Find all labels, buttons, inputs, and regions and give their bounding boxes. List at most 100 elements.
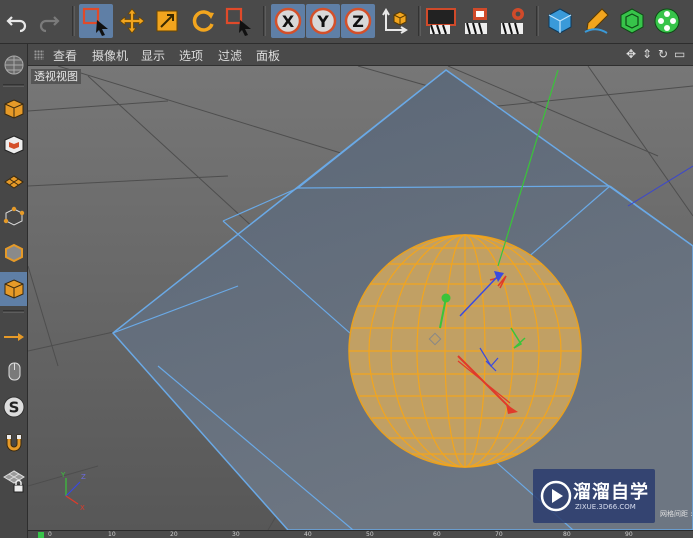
undo-button[interactable] bbox=[0, 4, 34, 38]
select-arrow-icon bbox=[225, 7, 251, 36]
subdivision-icon bbox=[620, 8, 644, 34]
menu-display[interactable]: 显示 bbox=[141, 47, 165, 64]
make-editable-button[interactable] bbox=[0, 48, 27, 82]
workplane-mode-button[interactable] bbox=[0, 164, 27, 198]
magnet-button[interactable] bbox=[0, 426, 27, 460]
scale-tool-button[interactable] bbox=[150, 4, 184, 38]
checker-cube-icon bbox=[4, 135, 23, 155]
menu-filter[interactable]: 过滤 bbox=[218, 47, 242, 64]
snap-s-icon: S bbox=[3, 396, 24, 418]
axis-x-label: X bbox=[80, 504, 85, 512]
perspective-viewport[interactable]: Y Z X 透视视图 bbox=[28, 66, 693, 530]
spline-pen-button[interactable] bbox=[579, 4, 613, 38]
svg-text:S: S bbox=[8, 399, 19, 417]
z-axis-label: Z bbox=[352, 12, 364, 31]
timeline-tick: 90 bbox=[625, 531, 633, 538]
snapping-button[interactable]: S bbox=[0, 390, 27, 424]
magnet-icon bbox=[6, 434, 21, 452]
scale-icon bbox=[156, 10, 178, 32]
texture-mode-button[interactable] bbox=[0, 128, 27, 162]
tweak-mode-button[interactable] bbox=[0, 354, 27, 388]
rotate-view-icon[interactable]: ↻ bbox=[658, 47, 668, 61]
cube-mode-icon bbox=[4, 99, 23, 119]
sphere-grid-icon bbox=[4, 55, 23, 75]
render-settings-button[interactable] bbox=[496, 4, 530, 38]
menu-view[interactable]: 查看 bbox=[53, 47, 77, 64]
timeline-ruler[interactable]: 0 10 20 30 40 50 60 70 80 90 bbox=[28, 530, 693, 538]
grid-plane-icon bbox=[3, 175, 24, 189]
timeline-tick: 80 bbox=[563, 531, 571, 538]
rotate-icon bbox=[192, 10, 214, 32]
coordinate-system-button[interactable] bbox=[378, 4, 412, 38]
axis-z-label: Z bbox=[81, 473, 86, 481]
timeline-tick: 40 bbox=[304, 531, 312, 538]
render-picture-icon bbox=[465, 8, 487, 35]
menu-cameras[interactable]: 摄像机 bbox=[92, 47, 128, 64]
maximize-view-icon[interactable]: ▭ bbox=[674, 47, 685, 61]
x-axis-label: X bbox=[282, 12, 295, 31]
sphere-object[interactable] bbox=[348, 234, 582, 468]
lock-workplane-button[interactable] bbox=[0, 464, 27, 498]
redo-button[interactable] bbox=[32, 4, 66, 38]
y-axis-label: Y bbox=[316, 12, 329, 31]
pan-view-icon[interactable]: ✥ bbox=[626, 47, 636, 61]
watermark-logo: 溜溜自学 ZIXUE.3D66.COM bbox=[533, 469, 655, 523]
cinema4d-window: X Y Z S 查看 摄像机 显示 选项 过滤 面板 ✥ ⇕ ↻ ▭ Y Z X… bbox=[0, 0, 693, 538]
move-tool-button[interactable] bbox=[115, 4, 149, 38]
axis-mode-button[interactable] bbox=[0, 318, 27, 352]
arrow-right-icon bbox=[3, 333, 24, 341]
viewport-canvas[interactable]: Y Z X bbox=[28, 66, 693, 530]
play-logo-icon bbox=[540, 480, 572, 512]
polygons-cube-icon bbox=[4, 279, 23, 299]
pen-icon bbox=[584, 8, 609, 34]
x-axis-lock-button[interactable]: X bbox=[271, 4, 305, 38]
coordinate-system-icon bbox=[382, 8, 408, 34]
axis-y-label: Y bbox=[60, 471, 66, 479]
timeline-tick: 60 bbox=[433, 531, 441, 538]
menu-options[interactable]: 选项 bbox=[179, 47, 203, 64]
lock-grid-icon bbox=[2, 470, 25, 493]
y-axis-lock-button[interactable]: Y bbox=[306, 4, 340, 38]
watermark-title: 溜溜自学 bbox=[573, 482, 649, 503]
timeline-tick: 30 bbox=[232, 531, 240, 538]
polygons-mode-button[interactable] bbox=[0, 272, 27, 306]
render-view-button[interactable] bbox=[424, 4, 458, 38]
viewport-menu-bar: 查看 摄像机 显示 选项 过滤 面板 ✥ ⇕ ↻ ▭ bbox=[28, 44, 693, 66]
cloner-icon bbox=[654, 8, 680, 34]
timeline-tick: 0 bbox=[48, 531, 52, 538]
viewport-title: 透视视图 bbox=[31, 69, 81, 84]
subdivision-button[interactable] bbox=[615, 4, 649, 38]
rotate-tool-button[interactable] bbox=[186, 4, 220, 38]
main-toolbar: X Y Z bbox=[0, 0, 693, 44]
render-view-icon bbox=[426, 8, 456, 35]
zoom-view-icon[interactable]: ⇕ bbox=[642, 47, 652, 61]
render-settings-icon bbox=[501, 8, 524, 35]
drag-grip-icon[interactable] bbox=[34, 50, 44, 60]
mouse-icon bbox=[8, 362, 20, 381]
mode-palette: S bbox=[0, 44, 28, 538]
recent-tool-button[interactable] bbox=[222, 4, 256, 38]
grid-scale-label: 网格间距 : 100 cm bbox=[660, 510, 693, 518]
timeline-tick: 50 bbox=[366, 531, 374, 538]
undo-icon bbox=[6, 16, 27, 33]
redo-icon bbox=[39, 16, 60, 33]
render-picture-viewer-button[interactable] bbox=[460, 4, 494, 38]
watermark-subtitle: ZIXUE.3D66.COM bbox=[575, 503, 636, 511]
add-cube-button[interactable] bbox=[543, 4, 577, 38]
playhead-marker[interactable] bbox=[38, 532, 44, 538]
move-icon bbox=[119, 8, 145, 34]
live-selection-button[interactable] bbox=[79, 4, 113, 38]
model-mode-button[interactable] bbox=[0, 92, 27, 126]
timeline-tick: 10 bbox=[108, 531, 116, 538]
cloner-button[interactable] bbox=[650, 4, 684, 38]
timeline-tick: 20 bbox=[170, 531, 178, 538]
points-mode-button[interactable] bbox=[0, 200, 27, 234]
select-arrow-icon bbox=[82, 7, 108, 36]
edges-mode-button[interactable] bbox=[0, 236, 27, 270]
z-axis-lock-button[interactable]: Z bbox=[341, 4, 375, 38]
points-cube-icon bbox=[3, 206, 24, 226]
cube-icon bbox=[548, 8, 572, 34]
timeline-tick: 70 bbox=[495, 531, 503, 538]
edges-cube-icon bbox=[4, 243, 23, 263]
menu-panel[interactable]: 面板 bbox=[256, 47, 280, 64]
